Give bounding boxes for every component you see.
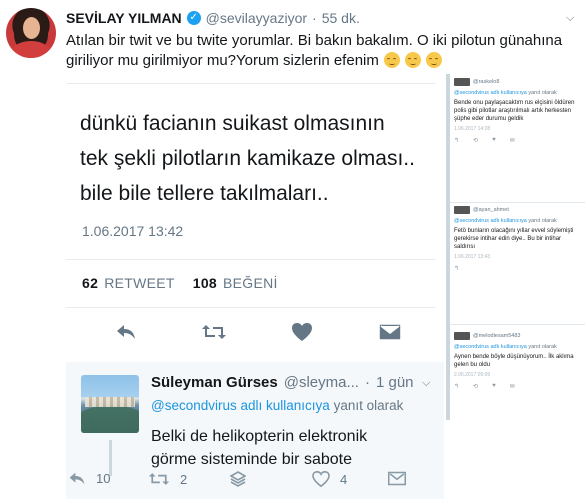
divider <box>450 324 585 325</box>
reply-header: Süleyman Gürses @sleyma... · 1 gün <box>151 374 414 391</box>
relieved-face-emoji-icon <box>405 52 422 68</box>
heart-icon <box>312 471 330 487</box>
relieved-face-emoji-icon <box>426 52 443 68</box>
side-avatar <box>454 78 470 86</box>
reply-text: Belki de helikopterin elektronik görme s… <box>151 425 441 471</box>
avatar-hill <box>81 405 139 433</box>
side-reply-mention: @secondvirus adlı kullanıcıya <box>454 344 527 350</box>
thread-line <box>446 74 450 420</box>
attached-image-tweet-screenshot[interactable]: dünkü facianın suikast olmasının tek şek… <box>66 76 436 361</box>
reply-timestamp: 1 gün <box>375 374 414 391</box>
relieved-face-emoji-icon <box>384 52 401 68</box>
embedded-tweet-actions <box>66 320 436 348</box>
separator-dot: · <box>364 374 370 391</box>
embedded-tweet-line: tek şekli pilotların kamikaze olması.. <box>80 147 415 170</box>
divider <box>66 307 436 308</box>
side-reply-date: 2.06.2017 09:09 <box>454 372 491 378</box>
reply-count: 10 <box>96 471 111 486</box>
chevron-down-icon[interactable]: ⌵ <box>566 12 574 25</box>
attached-image-replies-screenshot[interactable]: @raskelo8 @secondvirus adlı kullanıcıya … <box>446 74 585 420</box>
direct-message-button[interactable] <box>388 471 406 486</box>
tweet-actions: 10 2 4 <box>66 467 586 495</box>
side-reply-text: Fetö bunların olacağını yıllar evvel söy… <box>454 228 574 250</box>
separator-dot: · <box>312 10 317 26</box>
side-reply-actions: ↰ <box>454 265 582 272</box>
like-count: 4 <box>340 471 348 487</box>
side-handle: @ayan_ahmet <box>473 207 509 213</box>
avatar-face <box>23 17 40 39</box>
reply-icon <box>69 472 85 485</box>
embedded-tweet-body: dünkü facianın suikast olmasının tek şek… <box>80 106 436 211</box>
divider <box>450 202 585 203</box>
tweet-text-content: Atılan bir twit ve bu twite yorumlar. Bi… <box>66 32 563 69</box>
reply-to-line: @secondvirus adlı kullanıcıya yanıt olar… <box>151 398 403 413</box>
reply-icon: ↰ <box>454 266 460 272</box>
tweet-timestamp[interactable]: 55 dk. <box>322 10 360 26</box>
side-reply-mention: @secondvirus adlı kullanıcıya <box>454 90 527 96</box>
retweet-label: RETWEET <box>104 275 175 291</box>
reply-author-name: Süleyman Gürses <box>151 374 278 391</box>
reply-icon: ↰ <box>454 384 460 390</box>
side-handle: @melodiesam5483 <box>473 333 521 339</box>
retweet-count: 2 <box>180 471 188 487</box>
reply-mention: @secondvirus adlı kullanıcıya <box>151 398 330 413</box>
heart-icon: ♥ <box>492 383 496 389</box>
embedded-tweet-line: bile bile tellere takılmaları.. <box>80 182 329 205</box>
retweet-button[interactable]: 2 <box>148 471 187 487</box>
side-reply-tweet: @ayan_ahmet @secondvirus adlı kullanıcıy… <box>454 206 582 272</box>
reply-text-line: Belki de helikopterin elektronik <box>151 428 368 445</box>
reply-button[interactable]: 10 <box>68 471 110 486</box>
direct-message-icon <box>376 320 404 344</box>
side-reply-actions: ↰ ⟲ ♥ ✉ <box>454 137 582 144</box>
embedded-tweet-line: dünkü facianın suikast olmasının <box>80 112 385 135</box>
reply-icon: ↰ <box>454 138 460 144</box>
side-reply-date: 1.06.2017 14:28 <box>454 126 491 132</box>
side-reply-tweet: @raskelo8 @secondvirus adlı kullanıcıya … <box>454 78 582 144</box>
retweet-icon <box>148 473 170 485</box>
heart-icon <box>288 320 316 344</box>
side-handle: @raskelo8 <box>473 79 500 85</box>
embedded-tweet-stats: 62 RETWEET 108 BEĞENİ <box>82 275 278 291</box>
stack-button[interactable] <box>230 471 246 487</box>
side-reply-suffix: yanıt olarak <box>528 218 557 224</box>
side-reply-text: Bende onu paylaşacaktım rus elçisini öld… <box>454 100 575 122</box>
author-avatar[interactable] <box>6 8 56 58</box>
reply-suffix: yanıt olarak <box>333 398 404 413</box>
side-reply-suffix: yanıt olarak <box>528 344 557 350</box>
side-reply-date: 1.06.2017 13:43 <box>454 254 491 260</box>
direct-message-icon: ✉ <box>509 138 515 144</box>
retweet-icon <box>200 320 228 344</box>
reply-icon <box>112 320 140 344</box>
like-label: BEĞENİ <box>223 275 278 291</box>
reply-author-avatar <box>81 375 139 433</box>
tweet-text: Atılan bir twit ve bu twite yorumlar. Bi… <box>66 31 576 71</box>
like-button[interactable]: 4 <box>312 471 347 487</box>
tweet-header: SEVİLAY YILMAN ✓ @sevilayyaziyor · 55 dk… <box>66 10 360 26</box>
side-reply-tweet: @melodiesam5483 @secondvirus adlı kullan… <box>454 332 582 390</box>
avatar-city <box>85 397 135 407</box>
side-reply-suffix: yanıt olarak <box>528 90 557 96</box>
heart-icon: ♥ <box>492 137 496 143</box>
side-reply-actions: ↰ ⟲ ♥ ✉ <box>454 383 582 390</box>
author-handle[interactable]: @sevilayyaziyor <box>206 10 307 26</box>
stack-icon <box>230 471 246 487</box>
chevron-down-icon: ⌵ <box>422 377 431 389</box>
retweet-count: 62 <box>82 275 99 291</box>
direct-message-icon <box>388 471 406 486</box>
like-count: 108 <box>192 275 217 291</box>
embedded-tweet-date: 1.06.2017 13:42 <box>82 223 184 239</box>
author-name[interactable]: SEVİLAY YILMAN <box>66 10 182 26</box>
retweet-icon: ⟲ <box>473 384 479 390</box>
side-reply-mention: @secondvirus adlı kullanıcıya <box>454 218 527 224</box>
reply-author-handle: @sleyma... <box>283 374 359 391</box>
divider <box>66 259 436 260</box>
side-avatar <box>454 206 470 214</box>
screenshot-top-edge <box>66 76 436 84</box>
side-avatar <box>454 332 470 340</box>
verified-badge-icon: ✓ <box>186 11 201 25</box>
side-reply-text: Aynen bende böyle düşünüyorum.. İlk aklı… <box>454 354 574 368</box>
retweet-icon: ⟲ <box>473 138 479 144</box>
direct-message-icon: ✉ <box>509 384 515 390</box>
